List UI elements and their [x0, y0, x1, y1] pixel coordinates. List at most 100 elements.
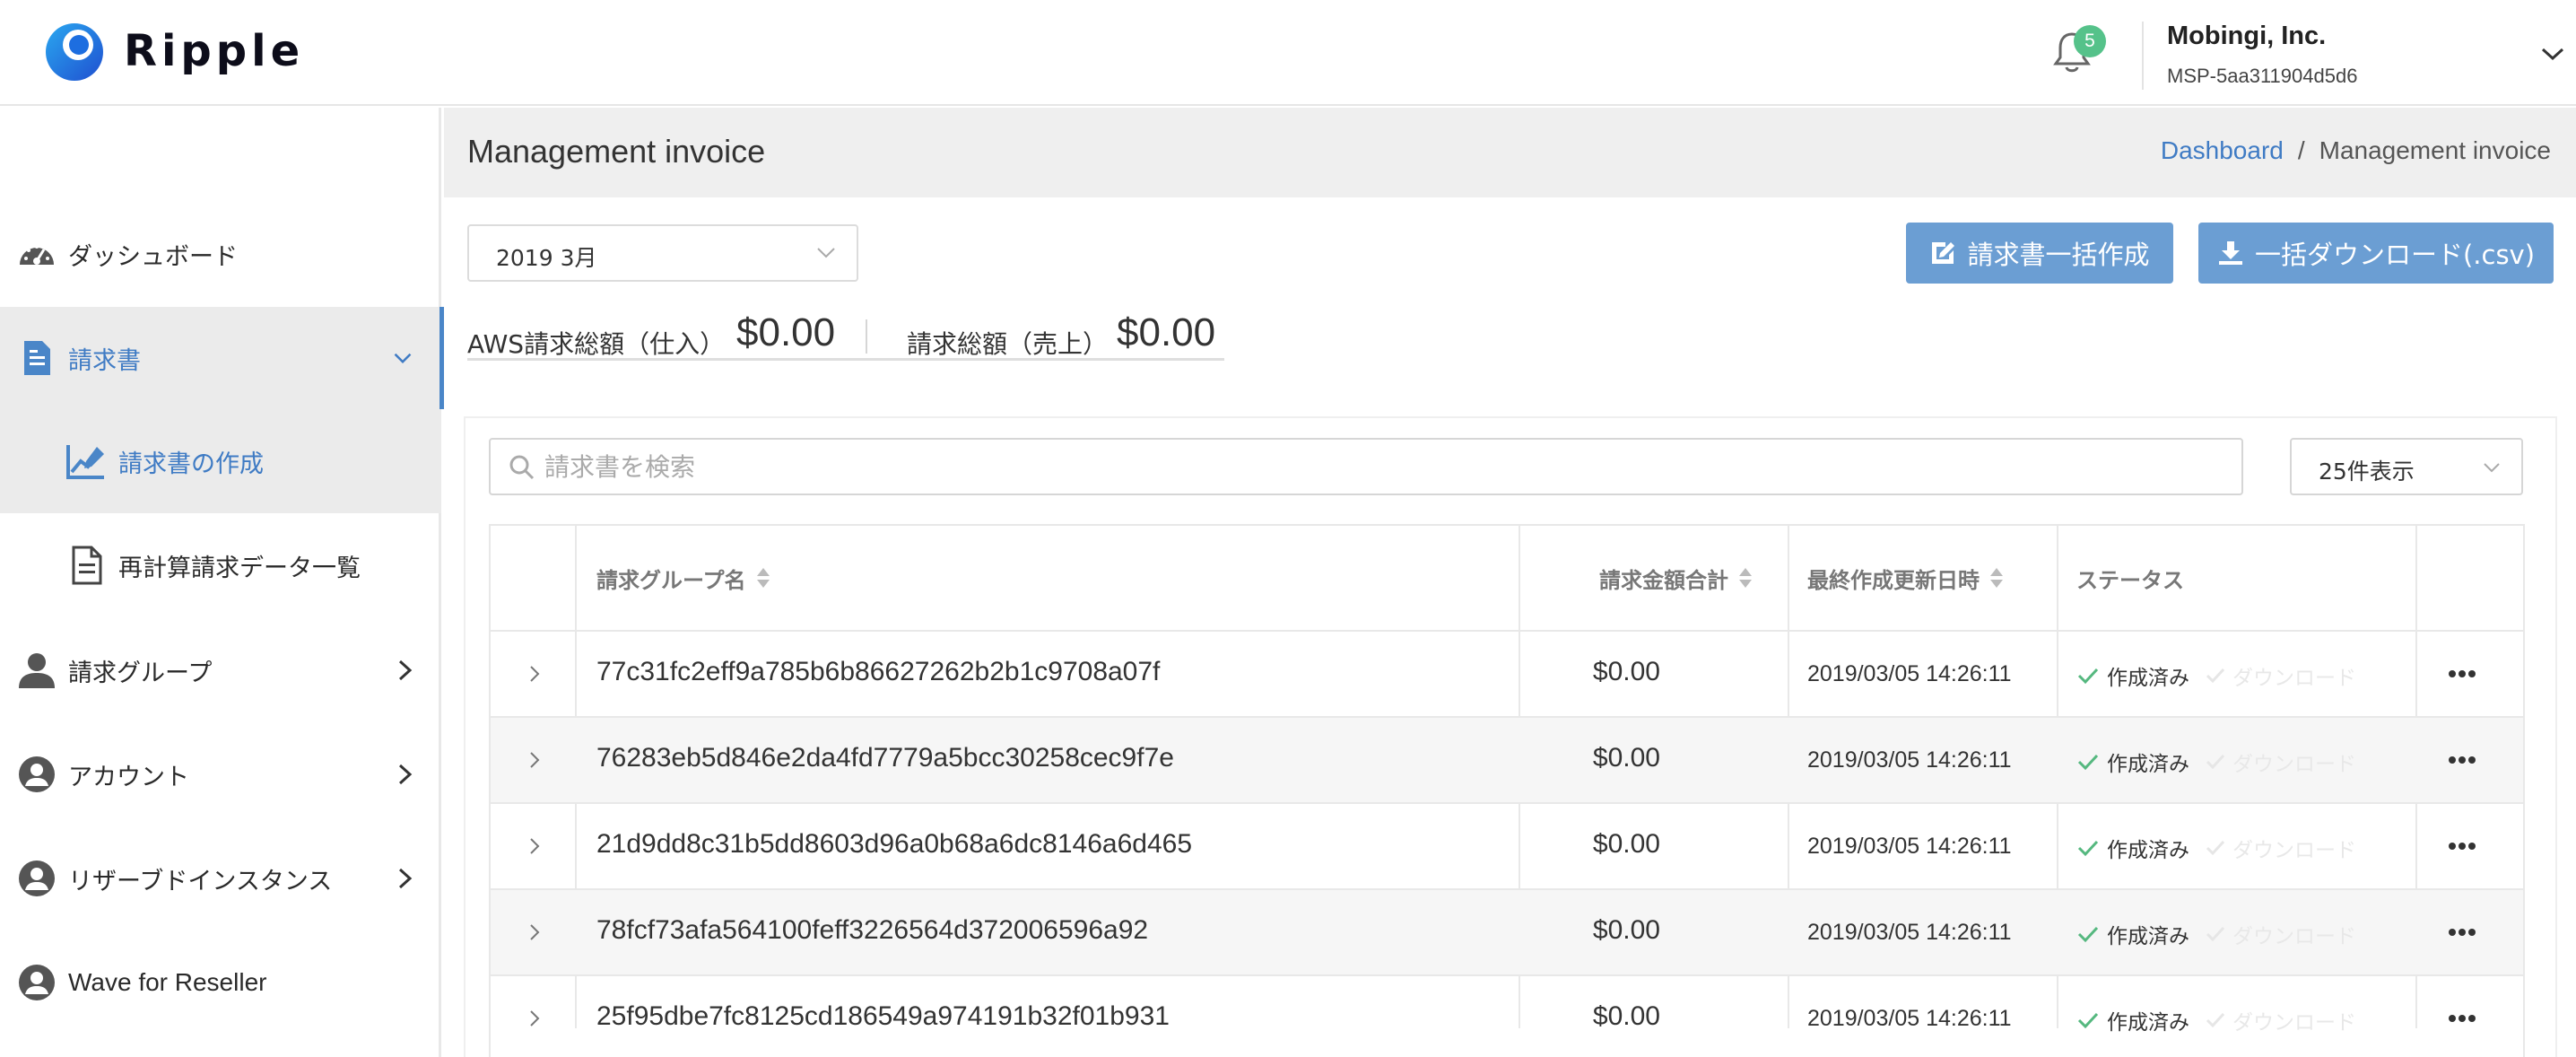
header-divider [2142, 22, 2144, 90]
column-header-last-updated[interactable]: 最終作成更新日時 [1807, 526, 2005, 630]
chevron-right-icon [398, 660, 413, 681]
sidebar-item-invoices[interactable]: 請求書 [0, 307, 444, 409]
status-badge: 作成済み [2076, 833, 2189, 863]
more-options-icon[interactable] [2446, 1009, 2478, 1028]
download-link[interactable]: ダウンロード [2206, 919, 2356, 949]
last-updated: 2019/03/05 14:26:11 [1807, 661, 2012, 686]
chevron-right-icon[interactable] [528, 664, 541, 684]
sidebar-item-wave-for-reseller[interactable]: Wave for Reseller [0, 931, 441, 1034]
chevron-down-icon[interactable] [2540, 45, 2565, 63]
last-updated: 2019/03/05 14:26:11 [1807, 1006, 2012, 1031]
bulk-create-invoices-button[interactable]: 請求書一括作成 [1906, 223, 2173, 284]
breadcrumb-dashboard-link[interactable]: Dashboard [2161, 136, 2284, 165]
ripple-logo-icon [46, 23, 103, 81]
column-header-total-amount[interactable]: 請求金額合計 [1599, 526, 1754, 630]
main-content: Management invoice Dashboard / Managemen… [444, 108, 2576, 1057]
user-icon [16, 650, 57, 691]
table-row[interactable]: 78fcf73afa564100feff3226564d372006596a92… [491, 890, 2523, 976]
sales-total-label: 請求総額（売上） [907, 329, 1109, 359]
per-page-select[interactable]: 25件表示 [2290, 438, 2523, 495]
month-select[interactable]: 2019 3月 [467, 224, 858, 282]
more-options-icon[interactable] [2446, 750, 2478, 770]
chevron-right-icon[interactable] [528, 836, 541, 856]
status-badge: 作成済み [2076, 660, 2189, 691]
user-circle-icon [16, 754, 57, 795]
total-amount-value: $0.00 [1592, 829, 1660, 859]
download-label: ダウンロード [2232, 925, 2356, 948]
last-updated: 2019/03/05 14:26:11 [1807, 747, 2012, 773]
sidebar-item-label: 請求書の作成 [118, 450, 264, 478]
table-row[interactable]: 25f95dbe7fc8125cd186549a974191b32f01b931… [491, 976, 2523, 1057]
status-badge: 作成済み [2076, 747, 2189, 777]
check-icon [2077, 754, 2099, 771]
total-amount-value: $0.00 [1592, 743, 1660, 773]
chevron-right-icon[interactable] [528, 750, 541, 770]
status-label: 作成済み [2107, 753, 2189, 776]
sidebar-item-label: リザーブドインスタンス [68, 867, 333, 895]
sidebar-item-accounts[interactable]: アカウント [0, 723, 441, 826]
table-row[interactable]: 77c31fc2eff9a785b6b86627262b2b1c9708a07f… [491, 632, 2523, 718]
sidebar-item-label: アカウント [68, 763, 189, 791]
download-label: ダウンロード [2232, 839, 2356, 862]
sidebar-item-billing-groups[interactable]: 請求グループ [0, 619, 441, 721]
check-icon [2206, 840, 2225, 856]
status-badge: 作成済み [2076, 919, 2189, 949]
more-options-icon[interactable] [2446, 664, 2478, 684]
totals-divider [866, 319, 867, 354]
invoice-panel: 25件表示 請求グループ名 請求金額合計 最終作成更 [464, 416, 2557, 1057]
sidebar-subitem-create-invoice[interactable]: 請求書の作成 [0, 409, 441, 513]
chevron-right-icon[interactable] [528, 1009, 541, 1028]
sidebar-subitem-recalculated-list[interactable]: 再計算請求データ一覧 [0, 513, 441, 617]
document-icon [65, 544, 108, 587]
sort-icon [1739, 568, 1752, 588]
column-header-label: ステータス [2076, 567, 2184, 593]
breadcrumb-separator: / [2297, 136, 2305, 164]
search-icon [509, 455, 535, 480]
billing-group-name: 76283eb5d846e2da4fd7779a5bcc30258cec9f7e [596, 743, 1174, 773]
download-link[interactable]: ダウンロード [2206, 1005, 2356, 1035]
user-circle-icon [16, 858, 57, 899]
app-logo[interactable]: Ripple [41, 18, 304, 84]
org-name[interactable]: Mobingi, Inc. [2167, 22, 2326, 51]
total-amount-value: $0.00 [1592, 657, 1660, 686]
more-options-icon[interactable] [2446, 836, 2478, 856]
aws-total-label: AWS請求総額（仕入） [467, 329, 726, 359]
status-label: 作成済み [2107, 1011, 2189, 1035]
chevron-down-icon [2484, 463, 2500, 473]
sidebar-item-label: 請求書 [68, 346, 141, 375]
invoice-search-box[interactable] [489, 438, 2243, 495]
bulk-download-csv-button[interactable]: 一括ダウンロード(.csv) [2198, 223, 2554, 284]
billing-group-name: 78fcf73afa564100feff3226564d372006596a92 [596, 915, 1149, 945]
notification-count-badge: 5 [2074, 25, 2106, 57]
sidebar-item-label: 再計算請求データ一覧 [118, 554, 361, 582]
status-badge: 作成済み [2076, 1005, 2189, 1035]
table-row[interactable]: 76283eb5d846e2da4fd7779a5bcc30258cec9f7e… [491, 718, 2523, 804]
download-link[interactable]: ダウンロード [2206, 660, 2356, 691]
breadcrumb: Dashboard / Management invoice [2161, 136, 2551, 165]
sidebar-item-reserved-instances[interactable]: リザーブドインスタンス [0, 827, 441, 930]
invoice-table: 請求グループ名 請求金額合計 最終作成更新日時 ステータス 77c31fc2ef… [489, 524, 2525, 1057]
download-link[interactable]: ダウンロード [2206, 833, 2356, 863]
breadcrumb-current: Management invoice [2319, 136, 2551, 164]
check-icon [2206, 668, 2225, 684]
chevron-down-icon [394, 353, 412, 364]
check-icon [2206, 1012, 2225, 1028]
table-row[interactable]: 21d9dd8c31b5dd8603d96a0b68a6dc8146a6d465… [491, 804, 2523, 890]
edit-document-icon [1932, 242, 1955, 264]
check-icon [2077, 1012, 2099, 1029]
download-icon [2218, 241, 2242, 265]
user-circle-icon [16, 962, 57, 1003]
billing-group-name: 77c31fc2eff9a785b6b86627262b2b1c9708a07f [596, 657, 1161, 686]
search-input[interactable] [544, 445, 2231, 488]
table-header: 請求グループ名 請求金額合計 最終作成更新日時 ステータス [491, 526, 2523, 632]
sidebar-item-dashboard[interactable]: ダッシュボード [0, 203, 441, 305]
download-link[interactable]: ダウンロード [2206, 747, 2356, 777]
dashboard-gauge-icon [16, 233, 57, 275]
chevron-right-icon[interactable] [528, 922, 541, 942]
sort-icon [756, 568, 770, 588]
status-label: 作成済み [2107, 839, 2189, 862]
bulk-download-label: 一括ダウンロード(.csv) [2254, 240, 2536, 270]
page-header: Management invoice Dashboard / Managemen… [444, 108, 2576, 197]
more-options-icon[interactable] [2446, 922, 2478, 942]
column-header-group-name[interactable]: 請求グループ名 [596, 526, 771, 630]
